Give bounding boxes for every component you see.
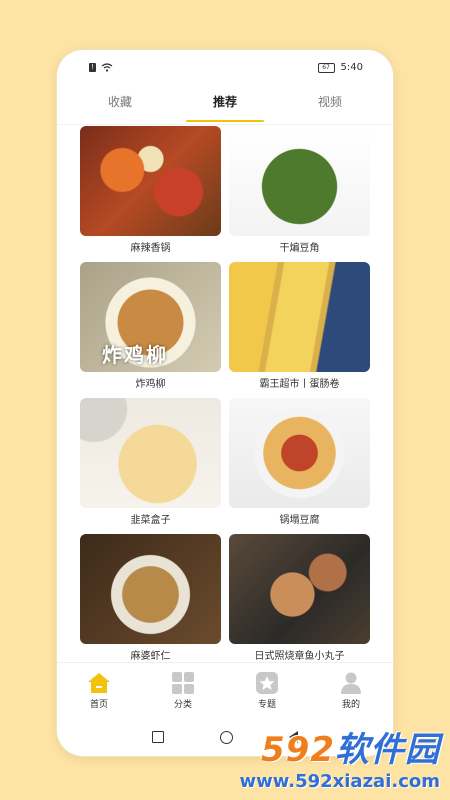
top-tabs: 收藏 推荐 视频 (57, 86, 393, 124)
grid-icon (172, 672, 194, 694)
recipe-image (80, 398, 221, 508)
status-time: 5:40 (340, 62, 363, 73)
image-caption: 炸鸡柳 (102, 343, 168, 367)
recipe-image (229, 534, 370, 644)
tab-videos[interactable]: 视频 (295, 86, 365, 124)
nav-home[interactable]: 首页 (69, 672, 129, 710)
watermark-url: www.592xiazai.com (239, 771, 441, 792)
tab-favorites[interactable]: 收藏 (85, 86, 155, 124)
recipe-title: 炸鸡柳 (135, 379, 166, 390)
nav-me[interactable]: 我的 (321, 672, 381, 710)
star-icon (256, 672, 278, 694)
user-icon (341, 672, 361, 694)
sim-alert-icon: ! (89, 63, 96, 72)
phone-frame: ! 67 5:40 收藏 推荐 视频 麻辣香锅 干煸豆角 炸鸡柳 炸鸡柳 霸王超… (57, 50, 393, 756)
home-circle-icon[interactable] (220, 730, 233, 744)
battery-icon: 67 (317, 62, 335, 73)
recipe-card[interactable]: 麻婆虾仁 (80, 534, 221, 670)
recipe-card[interactable]: 韭菜盒子 (80, 398, 221, 534)
nav-label: 首页 (89, 700, 108, 710)
home-icon (88, 673, 110, 693)
recipe-card[interactable]: 霸王超市丨蛋肠卷 (229, 262, 370, 398)
recipe-title: 霸王超市丨蛋肠卷 (259, 379, 340, 390)
nav-label: 分类 (173, 700, 192, 710)
recent-apps-icon[interactable] (152, 731, 164, 743)
recipe-image: 炸鸡柳 (80, 262, 221, 372)
tab-recommended[interactable]: 推荐 (186, 86, 264, 124)
recipe-title: 干煸豆角 (279, 243, 320, 254)
recipe-title: 锅塌豆腐 (279, 515, 320, 526)
recipe-grid: 麻辣香锅 干煸豆角 炸鸡柳 炸鸡柳 霸王超市丨蛋肠卷 韭菜盒子 锅塌豆腐 麻婆虾… (80, 126, 372, 670)
nav-label: 我的 (341, 700, 360, 710)
recipe-card[interactable]: 炸鸡柳 炸鸡柳 (80, 262, 221, 398)
recipe-image (80, 126, 221, 236)
nav-label: 专题 (257, 700, 276, 710)
nav-categories[interactable]: 分类 (153, 672, 213, 710)
recipe-image (80, 534, 221, 644)
wifi-icon (101, 63, 113, 72)
recipe-title: 韭菜盒子 (130, 515, 171, 526)
recipe-image (229, 126, 370, 236)
recipe-card[interactable]: 干煸豆角 (229, 126, 370, 262)
recipe-card[interactable]: 麻辣香锅 (80, 126, 221, 262)
watermark-digits: 592 (261, 730, 335, 770)
recipe-image (229, 398, 370, 508)
recipe-title: 麻辣香锅 (130, 243, 171, 254)
bottom-nav: 首页 分类 专题 我的 (57, 662, 393, 719)
status-bar: ! 67 5:40 (57, 50, 393, 84)
recipe-card[interactable]: 日式照烧章鱼小丸子 (229, 534, 370, 670)
tabs-divider (57, 124, 393, 125)
recipe-image (229, 262, 370, 372)
nav-topics[interactable]: 专题 (237, 672, 297, 710)
watermark-brand: 软件园 (335, 730, 440, 770)
recipe-card[interactable]: 锅塌豆腐 (229, 398, 370, 534)
watermark-logo: 592软件园 www.592xiazai.com (240, 722, 441, 792)
